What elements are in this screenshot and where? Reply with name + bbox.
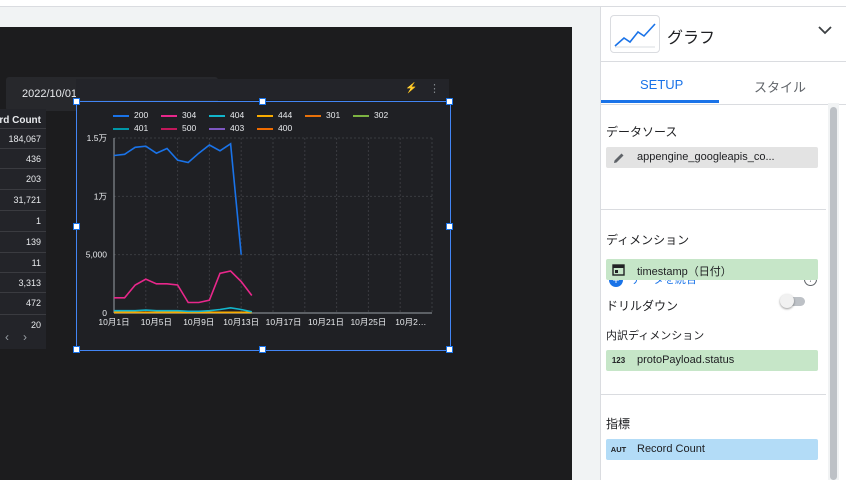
table-header-record-count[interactable]: Record Count xyxy=(0,115,41,126)
table-cell: 3,313 xyxy=(18,278,41,288)
prev-page-icon[interactable]: ‹ xyxy=(5,330,23,344)
table-row: 184,067 xyxy=(0,128,46,149)
table-cell: 436 xyxy=(25,154,41,164)
panel-scrollbar-thumb[interactable] xyxy=(830,107,837,480)
x-tick-label: 10月9日 xyxy=(183,317,214,327)
data-source-section: データソース appengine_googleapis_co... + データを統… xyxy=(601,103,826,288)
table-cell: 20 xyxy=(30,320,41,330)
x-tick-label: 10月21日 xyxy=(308,317,344,327)
chart-header: ⚡ ⋮ xyxy=(76,79,449,100)
aggregation-icon: AUT xyxy=(610,445,627,454)
y-tick-label: 1.5万 xyxy=(87,133,107,143)
dimension-title: ディメンション xyxy=(606,233,690,247)
breakdown-dimension-title: 内訳ディメンション xyxy=(606,330,705,342)
table-cell: 139 xyxy=(25,237,41,247)
data-source-title: データソース xyxy=(606,125,678,139)
time-series-chart[interactable]: 200 304 404 444 301 302 401 500 403 400 0 5,000 1万 1… xyxy=(76,101,451,351)
metric-chip[interactable]: AUT Record Count xyxy=(606,439,818,460)
resize-handle[interactable] xyxy=(259,98,266,105)
series-line-304 xyxy=(114,270,253,304)
table-row: 139 xyxy=(0,231,46,252)
resize-handle[interactable] xyxy=(73,98,80,105)
x-tick-label: 10月2… xyxy=(395,317,426,327)
dimension-chip[interactable]: timestamp（日付） xyxy=(606,259,818,280)
x-tick-label: 10月17日 xyxy=(266,317,302,327)
tab-style[interactable]: スタイル xyxy=(754,77,806,96)
table-row: 3,313 xyxy=(0,272,46,293)
table-cell: 11 xyxy=(31,258,41,268)
table-pager[interactable]: ‹› xyxy=(5,330,41,344)
resize-handle[interactable] xyxy=(446,223,453,230)
y-tick-label: 5,000 xyxy=(86,250,108,260)
table-row: 31,721 xyxy=(0,189,46,210)
resize-handle[interactable] xyxy=(446,346,453,353)
breakdown-dimension-chip[interactable]: 123 protoPayload.status xyxy=(606,350,818,371)
resize-handle[interactable] xyxy=(73,223,80,230)
resize-handle[interactable] xyxy=(259,346,266,353)
table-row: 1 xyxy=(0,210,46,231)
resize-handle[interactable] xyxy=(446,98,453,105)
more-vert-icon[interactable]: ⋮ xyxy=(429,82,440,95)
x-tick-label: 10月5日 xyxy=(141,317,172,327)
table-row: 11 xyxy=(0,252,46,273)
tab-setup[interactable]: SETUP xyxy=(640,77,683,92)
table-cell: 1 xyxy=(35,216,41,226)
next-page-icon[interactable]: › xyxy=(23,330,41,344)
chart-plot: 05,0001万1.5万10月1日 10月5日 10月9日 10月13日 10月17日 1… xyxy=(86,133,433,327)
table-row: 203 xyxy=(0,168,46,189)
calendar-icon xyxy=(606,259,631,280)
breakdown-dimension-name: protoPayload.status xyxy=(637,354,735,366)
y-tick-label: 1万 xyxy=(94,191,107,201)
toggle-knob xyxy=(780,294,794,308)
data-source-chip[interactable]: appengine_googleapis_co... xyxy=(606,147,818,168)
number-type-icon: 123 xyxy=(611,356,626,365)
properties-panel: グラフ SETUP スタイル データソース appengine_googleap… xyxy=(600,7,846,480)
top-toolbar xyxy=(0,0,846,7)
table-cell: 31,721 xyxy=(13,195,41,205)
table-row: 472 xyxy=(0,292,46,313)
drilldown-label: ドリルダウン xyxy=(606,299,679,313)
chart-type-title: グラフ xyxy=(667,30,716,47)
dimension-name: timestamp（日付） xyxy=(637,266,732,278)
table-cell: 472 xyxy=(25,298,41,308)
series-line-404 xyxy=(114,306,252,313)
drilldown-toggle[interactable] xyxy=(780,294,805,308)
resize-handle[interactable] xyxy=(73,346,80,353)
x-tick-label: 10月25日 xyxy=(350,317,386,327)
table-cell: 184,067 xyxy=(8,134,41,144)
table-chart[interactable]: Record Count 184,067 436 203 31,721 1 13… xyxy=(0,109,46,349)
metric-section: 指標 AUT Record Count xyxy=(601,395,826,480)
table-cell: 203 xyxy=(25,174,41,184)
bolt-icon[interactable]: ⚡ xyxy=(405,83,417,94)
line-chart-icon[interactable] xyxy=(610,15,660,53)
panel-tabs: SETUP スタイル xyxy=(601,61,846,105)
table-row: 436 xyxy=(0,148,46,169)
chevron-down-icon[interactable] xyxy=(816,21,834,44)
edit-icon[interactable] xyxy=(606,147,631,168)
metric-name: Record Count xyxy=(637,443,705,455)
canvas-gutter xyxy=(572,7,600,480)
x-tick-label: 10月1日 xyxy=(98,317,129,327)
metric-title: 指標 xyxy=(606,417,631,431)
x-tick-label: 10月13日 xyxy=(223,317,259,327)
data-source-name: appengine_googleapis_co... xyxy=(637,151,775,163)
